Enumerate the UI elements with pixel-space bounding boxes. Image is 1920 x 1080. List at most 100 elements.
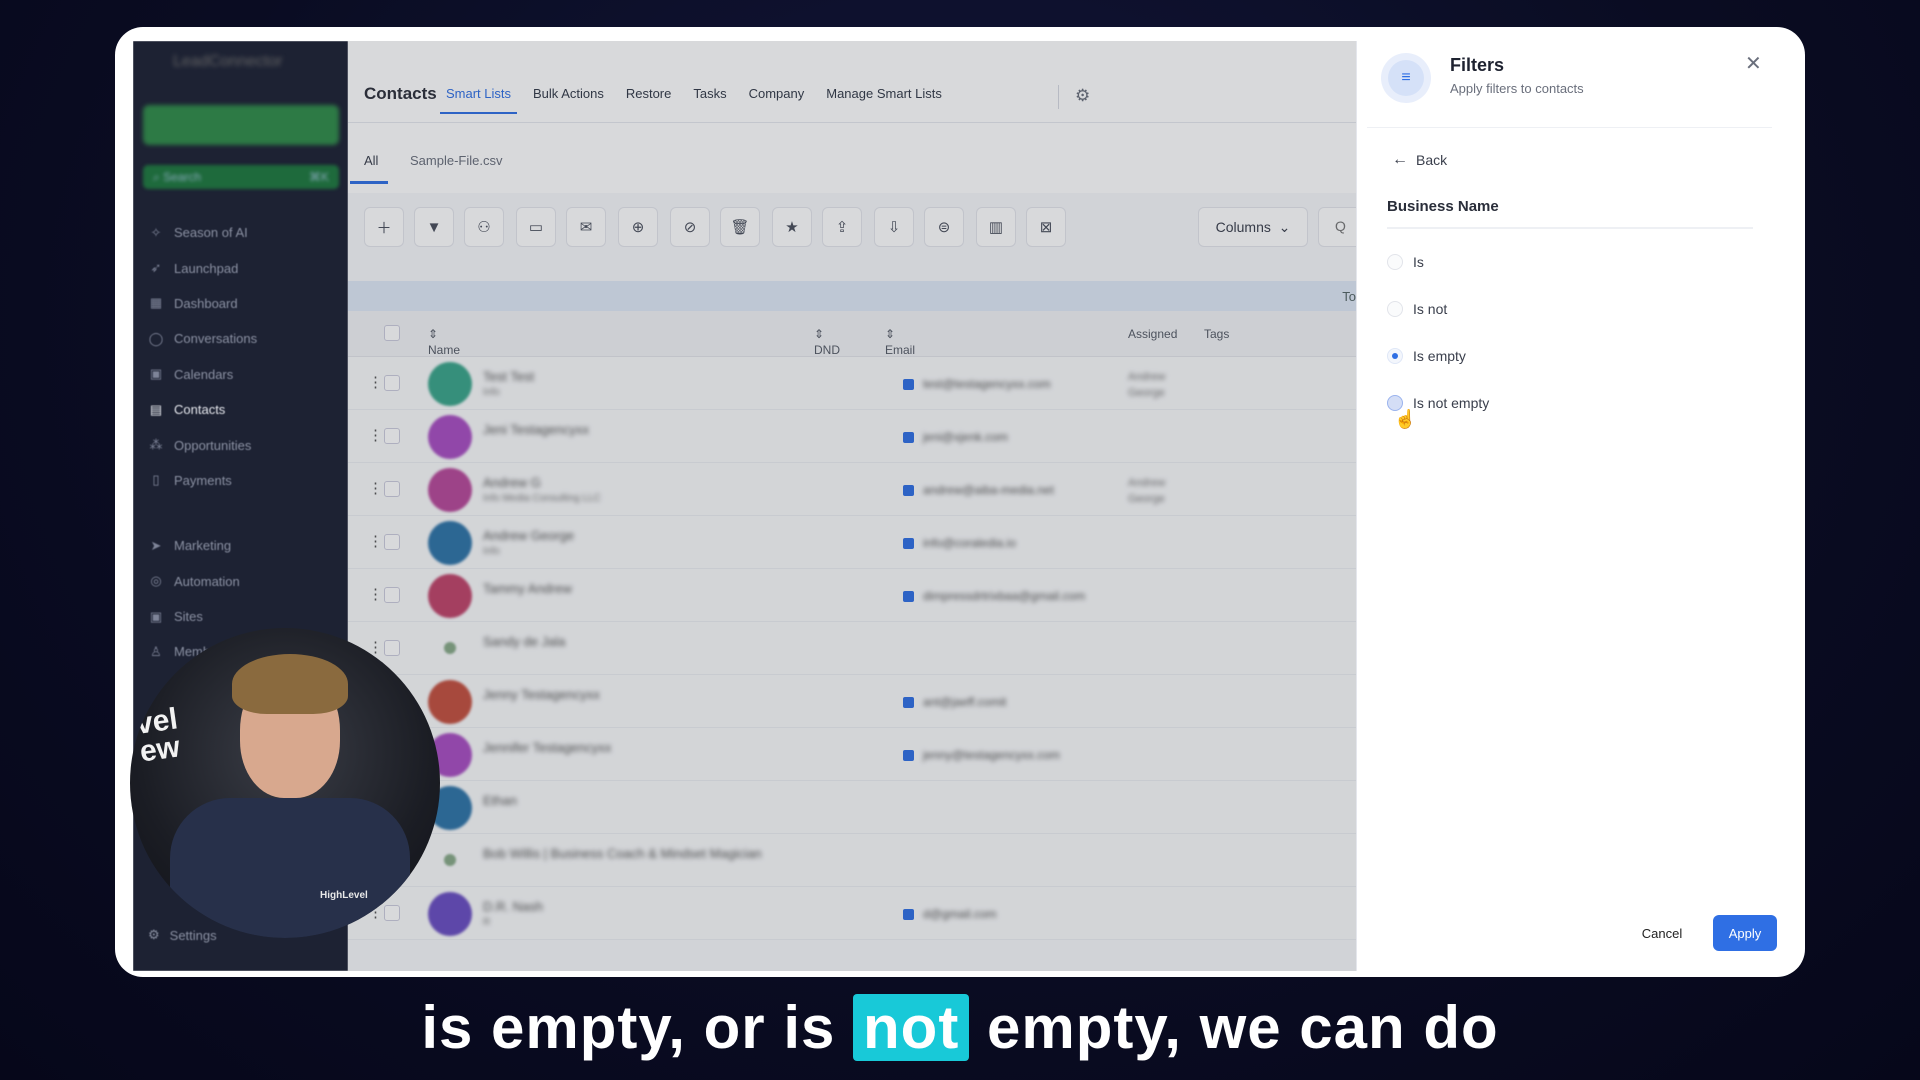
cancel-button[interactable]: Cancel (1631, 915, 1693, 951)
contact-name[interactable]: Andrew George (483, 528, 574, 543)
table-row[interactable]: ⋮Ethan (348, 781, 1356, 834)
close-icon[interactable]: ✕ (1745, 51, 1762, 76)
contact-name[interactable]: Bob Willis | Business Coach & Mindset Ma… (483, 846, 762, 861)
contact-company: R (483, 917, 491, 928)
quick-search-input[interactable]: Q (1318, 207, 1356, 247)
option-is-empty[interactable]: Is empty (1387, 348, 1757, 364)
subtitle-caption: is empty, or is not empty, we can do (0, 993, 1920, 1062)
sms-icon[interactable]: ▭ (516, 207, 556, 247)
contact-name[interactable]: Jennifer Testagencyxx (483, 740, 611, 755)
sidebar-search[interactable]: ⌕ Search ⌘K (143, 165, 339, 189)
field-divider (1387, 227, 1753, 229)
row-menu-icon[interactable]: ⋮ (368, 585, 383, 603)
contact-name[interactable]: D.R. Nash (483, 899, 543, 914)
sidebar-item-marketing[interactable]: ➤ Marketing (148, 528, 338, 563)
contacts-icon: ▤ (149, 401, 163, 417)
table-row[interactable]: ⋮ Sandy de Jala (348, 622, 1356, 675)
row-checkbox[interactable] (384, 375, 400, 391)
sidebar-item-season-of-ai[interactable]: ✧ Season of AI (148, 215, 338, 250)
contact-name[interactable]: Ethan (483, 793, 517, 808)
table-row[interactable]: ⋮Bob Willis | Business Coach & Mindset M… (348, 834, 1356, 887)
sidebar-item-dashboard[interactable]: ▦ Dashboard (148, 286, 338, 321)
apply-button[interactable]: Apply (1713, 915, 1777, 951)
workflow-icon[interactable]: ⚇ (464, 207, 504, 247)
merge-icon[interactable]: ⊜ (924, 207, 964, 247)
row-checkbox[interactable] (384, 534, 400, 550)
tab-sample-file[interactable]: Sample-File.csv (410, 153, 502, 168)
sidebar-item-opportunities[interactable]: ⁂ Opportunities (148, 427, 338, 462)
sidebar-item-contacts[interactable]: ▤ Contacts (148, 392, 338, 427)
row-menu-icon[interactable]: ⋮ (368, 426, 383, 444)
option-is-not-empty[interactable]: Is not empty (1387, 395, 1757, 411)
columns-dropdown[interactable]: Columns ⌄ (1198, 207, 1308, 247)
sidebar-item-automation[interactable]: ◎ Automation (148, 564, 338, 599)
tab-manage-smart-lists[interactable]: Manage Smart Lists (826, 86, 942, 101)
row-menu-icon[interactable]: ⋮ (368, 532, 383, 550)
add-icon[interactable]: ＋ (364, 207, 404, 247)
row-checkbox[interactable] (384, 428, 400, 444)
back-button[interactable]: ← Back (1392, 151, 1447, 169)
automation-icon: ◎ (150, 573, 162, 589)
email-icon[interactable]: ✉ (566, 207, 606, 247)
bulk-edit-icon[interactable]: ⊠ (1026, 207, 1066, 247)
contact-name[interactable]: Sandy de Jala (483, 634, 565, 649)
sidebar-item-calendars[interactable]: ▣ Calendars (148, 357, 338, 392)
table-row[interactable]: ⋮ Tammy Andrew dimpressdrtrixbaa@gmail.com (348, 569, 1356, 622)
account-switcher[interactable] (143, 105, 339, 145)
table-row[interactable]: ⋮ Andrew George Info info@coraledia.io (348, 516, 1356, 569)
tab-bulk-actions[interactable]: Bulk Actions (533, 86, 604, 101)
tab-smart-lists[interactable]: Smart Lists (439, 86, 518, 114)
tab-all[interactable]: All (349, 153, 389, 184)
settings-gear-icon[interactable]: ⚙ (1075, 86, 1090, 106)
table-row[interactable]: ⋮ Test Test Info test@testagencyxx.com Andre… (348, 357, 1356, 410)
add-tag-icon[interactable]: ⊕ (618, 207, 658, 247)
remove-tag-icon[interactable]: ⊘ (670, 207, 710, 247)
import-icon[interactable]: ⇩ (874, 207, 914, 247)
tab-restore[interactable]: Restore (626, 86, 672, 101)
header-name[interactable]: Name ⇕ (428, 327, 460, 357)
select-all-checkbox[interactable] (384, 325, 400, 341)
radio-is-not[interactable] (1387, 301, 1403, 317)
row-checkbox[interactable] (384, 587, 400, 603)
table-row[interactable]: ⋮Jennifer Testagencyxxjenny@testagencyxx… (348, 728, 1356, 781)
row-checkbox[interactable] (384, 481, 400, 497)
tab-company[interactable]: Company (749, 86, 805, 101)
star-icon[interactable]: ★ (772, 207, 812, 247)
option-is-not[interactable]: Is not (1387, 301, 1757, 317)
radio-is-empty[interactable] (1387, 348, 1403, 364)
contacts-main: Contacts Smart Lists Bulk Actions Restor… (348, 41, 1356, 971)
sidebar-item-payments[interactable]: ▯ Payments (148, 463, 338, 498)
option-is[interactable]: Is (1387, 254, 1757, 270)
caption-after: empty, we can do (969, 994, 1499, 1061)
contact-email: dimpressdrtrixbaa@gmail.com (923, 589, 1086, 603)
contact-name[interactable]: Andrew G (483, 475, 541, 490)
tab-tasks[interactable]: Tasks (693, 86, 726, 101)
row-checkbox[interactable] (384, 640, 400, 656)
sidebar-item-launchpad[interactable]: ➶ Launchpad (148, 250, 338, 285)
header-email[interactable]: Email ⇕ (885, 327, 915, 357)
contact-name[interactable]: Jenny Testagencyxx (483, 687, 600, 702)
list-tabs: All Sample-File.csv (348, 123, 1356, 193)
table-row[interactable]: ⋮ Andrew G Info Media Consulting LLC andrew… (348, 463, 1356, 516)
company-icon[interactable]: ▥ (976, 207, 1016, 247)
row-menu-icon[interactable]: ⋮ (368, 373, 383, 391)
contact-name[interactable]: Tammy Andrew (483, 581, 572, 596)
radio-is[interactable] (1387, 254, 1403, 270)
row-menu-icon[interactable]: ⋮ (368, 479, 383, 497)
header-dnd[interactable]: DND ⇕ (814, 327, 840, 357)
contact-name[interactable]: Test Test (483, 369, 534, 384)
option-label: Is empty (1413, 348, 1466, 364)
export-icon[interactable]: ⇪ (822, 207, 862, 247)
sites-icon: ▣ (149, 608, 163, 624)
sidebar-item-label: Launchpad (174, 260, 239, 276)
filter-icon[interactable]: ▼ (414, 207, 454, 247)
table-row[interactable]: ⋮Jenny Testagencyxxant@jaeff.comit (348, 675, 1356, 728)
delete-icon[interactable]: 🗑 (720, 207, 760, 247)
field-label: Business Name (1387, 198, 1499, 215)
email-verified-icon (903, 432, 914, 443)
header-name-label: Name (428, 343, 461, 357)
sidebar-item-conversations[interactable]: ◯ Conversations (148, 321, 338, 356)
table-row[interactable]: ⋮ Jeni Testagencyxx jeni@xjenk.com (348, 410, 1356, 463)
contact-name[interactable]: Jeni Testagencyxx (483, 422, 589, 437)
table-row[interactable]: ⋮D.R. NashRd@gmail.com (348, 887, 1356, 940)
